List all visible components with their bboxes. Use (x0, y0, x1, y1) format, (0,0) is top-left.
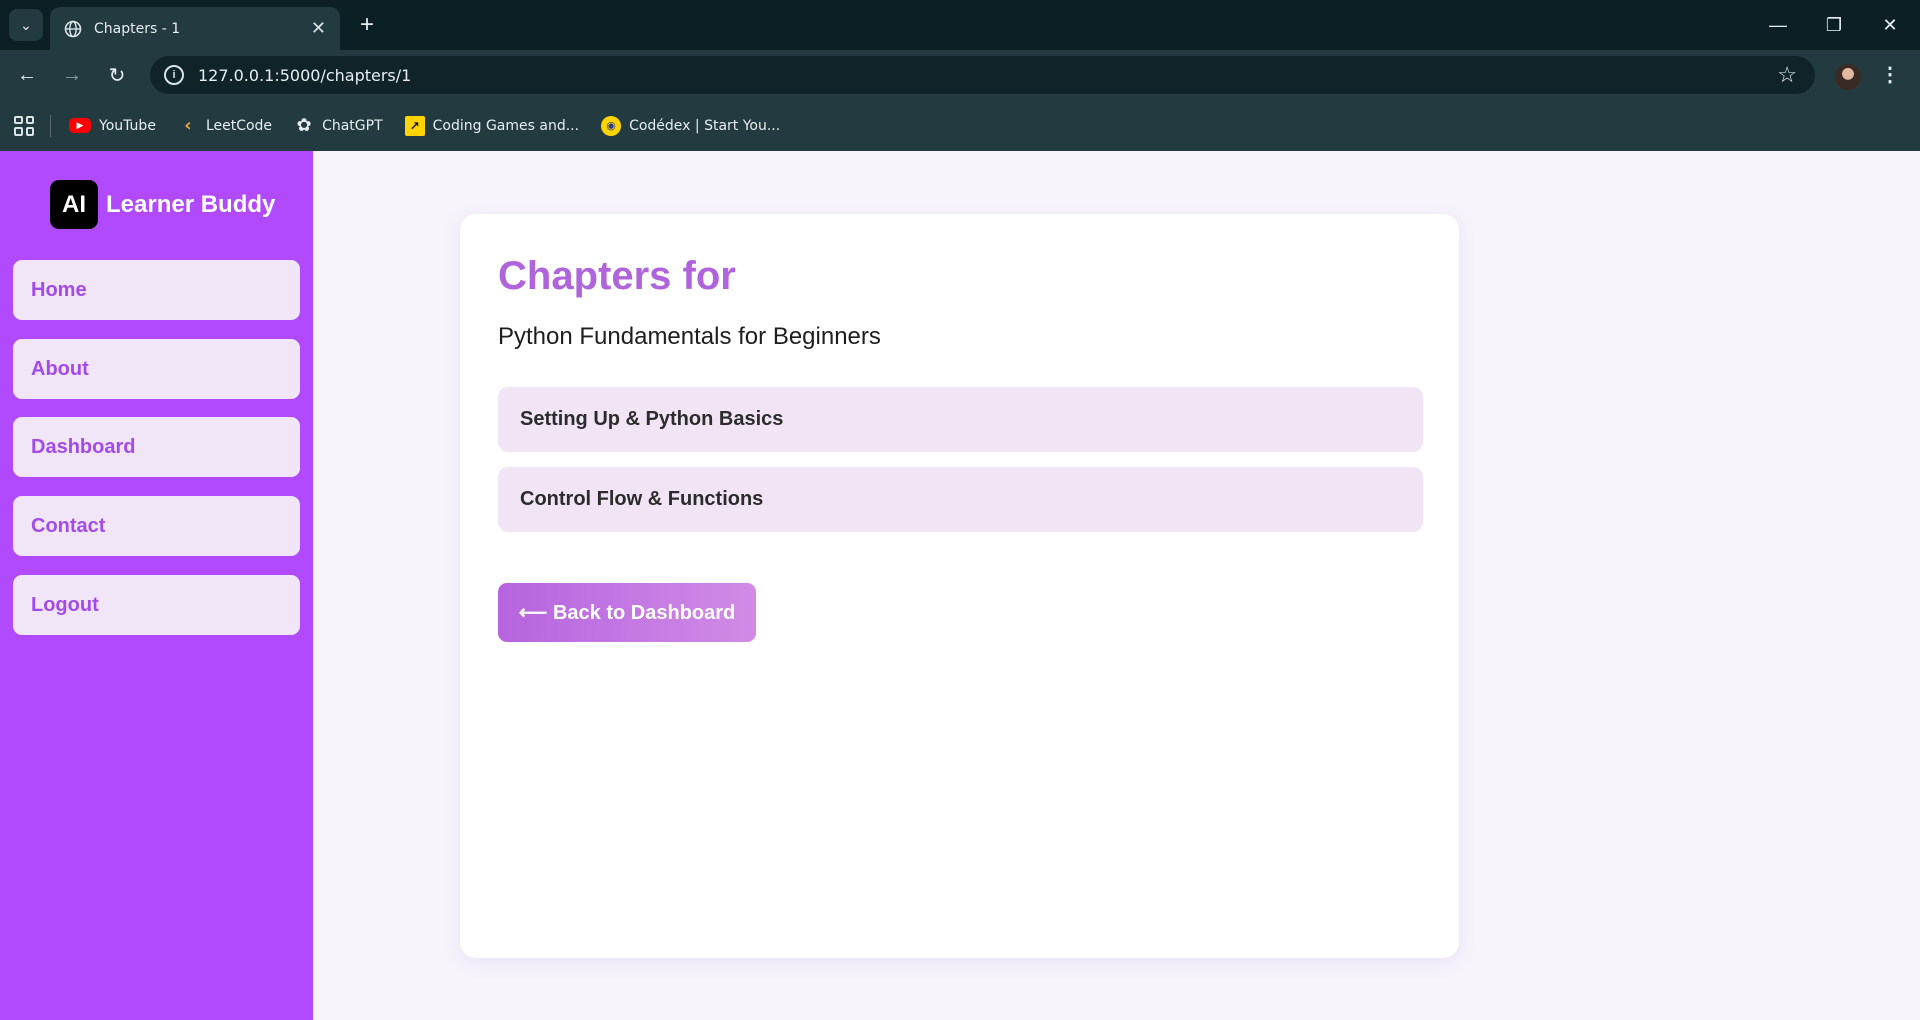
tab-search-button[interactable]: ⌄ (9, 9, 43, 41)
youtube-icon: ▶ (69, 118, 91, 133)
sidebar-item-dashboard[interactable]: Dashboard (13, 417, 300, 477)
reload-icon[interactable]: ↻ (100, 59, 134, 91)
bookmark-youtube[interactable]: ▶ YouTube (69, 118, 156, 134)
close-tab-icon[interactable]: ✕ (311, 18, 326, 39)
bookmark-label: YouTube (99, 117, 156, 134)
bookmark-label: ChatGPT (322, 117, 383, 134)
url-text[interactable]: 127.0.0.1:5000/chapters/1 (198, 66, 411, 85)
close-window-button[interactable]: ✕ (1862, 0, 1918, 50)
chevron-down-icon: ⌄ (20, 16, 32, 33)
tab-strip: ⌄ Chapters - 1 ✕ + — ❐ ✕ (0, 0, 1920, 50)
profile-avatar[interactable] (1835, 64, 1861, 90)
bookmarks-bar: ▶ YouTube ‹ LeetCode ✿ ChatGPT ↗ Coding Game… (0, 100, 1920, 151)
tab-title: Chapters - 1 (94, 20, 181, 37)
brand-logo: AI (50, 180, 98, 229)
browser-tab[interactable]: Chapters - 1 ✕ (50, 7, 340, 50)
chapters-card: Chapters for Python Fundamentals for Beg… (460, 214, 1459, 958)
chapter-item-1[interactable]: Setting Up & Python Basics (498, 387, 1423, 452)
coding-games-icon: ↗ (404, 115, 425, 136)
sidebar-item-about[interactable]: About (13, 339, 300, 399)
bookmark-star-icon[interactable]: ☆ (1777, 62, 1797, 88)
bookmarks-divider (50, 114, 51, 137)
main-content: Chapters for Python Fundamentals for Beg… (313, 151, 1920, 1020)
minimize-button[interactable]: — (1750, 0, 1806, 50)
chapter-item-2[interactable]: Control Flow & Functions (498, 467, 1423, 532)
browser-toolbar: ← → ↻ i 127.0.0.1:5000/chapters/1 ☆ ⋮ (0, 50, 1920, 100)
apps-grid-icon[interactable] (14, 115, 34, 136)
menu-kebab-icon[interactable]: ⋮ (1880, 62, 1900, 87)
bookmark-coding-games[interactable]: ↗ Coding Games and... (404, 115, 580, 136)
bookmark-codedex[interactable]: ◉ Codédex | Start You... (601, 115, 781, 136)
back-to-dashboard-button[interactable]: ⟵ Back to Dashboard (498, 583, 756, 642)
chatgpt-icon: ✿ (296, 115, 312, 136)
site-info-icon[interactable]: i (164, 65, 184, 85)
brand[interactable]: AI Learner Buddy (50, 180, 275, 229)
page-title: Chapters for (498, 254, 736, 298)
new-tab-button[interactable]: + (352, 10, 382, 40)
globe-icon (64, 20, 82, 37)
brand-name: Learner Buddy (106, 190, 276, 218)
address-bar[interactable]: i 127.0.0.1:5000/chapters/1 ☆ (150, 56, 1815, 94)
restore-button[interactable]: ❐ (1806, 0, 1862, 50)
bookmark-label: Codédex | Start You... (629, 117, 781, 134)
sidebar-item-home[interactable]: Home (13, 260, 300, 320)
sidebar-item-contact[interactable]: Contact (13, 496, 300, 556)
bookmark-label: Coding Games and... (432, 117, 580, 134)
bookmark-chatgpt[interactable]: ✿ ChatGPT (294, 115, 383, 136)
sidebar-item-logout[interactable]: Logout (13, 575, 300, 635)
forward-arrow-icon[interactable]: → (55, 59, 89, 91)
codedex-icon: ◉ (601, 115, 622, 136)
browser-chrome: ⌄ Chapters - 1 ✕ + — ❐ ✕ ← → ↻ i 127.0.0… (0, 0, 1920, 151)
back-arrow-icon[interactable]: ← (10, 59, 44, 91)
course-name: Python Fundamentals for Beginners (498, 323, 881, 350)
leetcode-icon: ‹ (184, 115, 192, 136)
bookmark-label: LeetCode (205, 117, 273, 134)
bookmark-leetcode[interactable]: ‹ LeetCode (178, 115, 273, 136)
sidebar: AI Learner Buddy Home About Dashboard Co… (0, 151, 313, 1020)
